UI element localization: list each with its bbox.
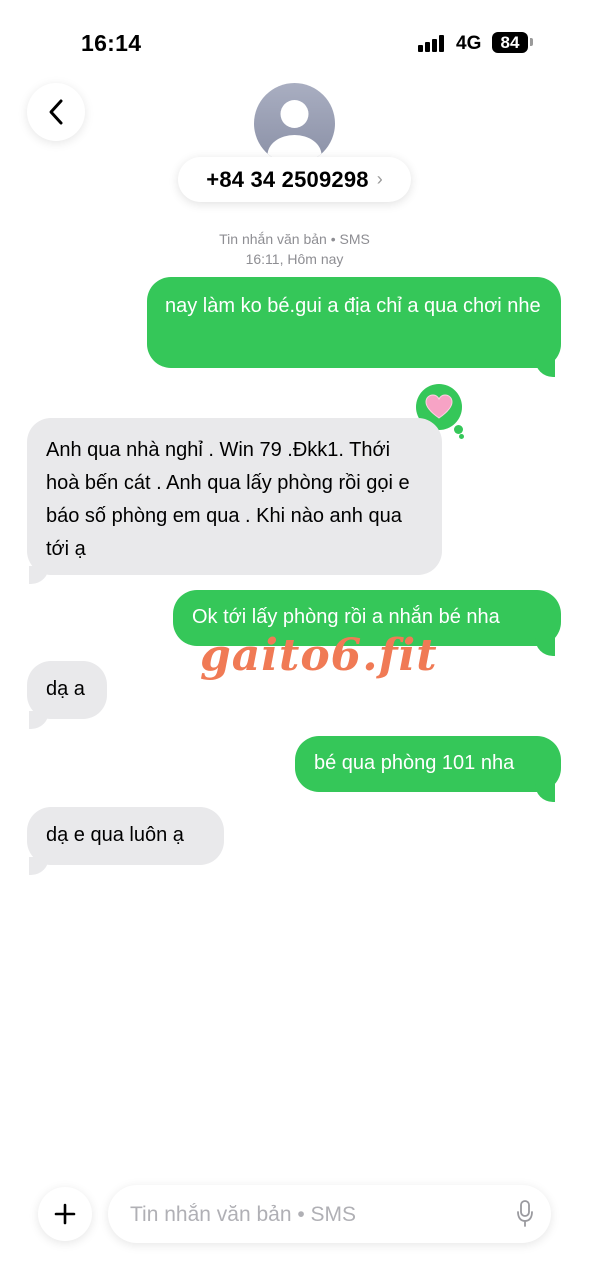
- tapback-dot: [459, 434, 464, 439]
- tapback-dot: [454, 425, 463, 434]
- message-bubble-incoming[interactable]: dạ e qua luôn ạ: [27, 807, 224, 865]
- bubble-tail: [29, 857, 49, 875]
- cellular-signal-icon: [418, 34, 446, 52]
- message-text: bé qua phòng 101 nha: [314, 752, 515, 774]
- network-type: 4G: [456, 33, 482, 54]
- person-silhouette-icon: [267, 100, 322, 164]
- message-text: dạ e qua luôn ạ: [46, 824, 184, 846]
- thread-service-label: Tin nhắn văn bản • SMS: [219, 231, 370, 247]
- contact-avatar[interactable]: [254, 83, 335, 164]
- battery-tip: [530, 38, 533, 46]
- message-bubble-incoming[interactable]: Anh qua nhà nghỉ . Win 79 .Đkk1. Thới ho…: [27, 418, 442, 575]
- contact-name-pill[interactable]: +84 34 2509298 ›: [178, 157, 411, 202]
- microphone-icon[interactable]: [517, 1200, 533, 1228]
- pink-heart-icon: [425, 394, 453, 419]
- watermark: gaito6.fit: [200, 630, 438, 681]
- chevron-left-icon: [49, 99, 63, 125]
- bubble-tail: [29, 711, 49, 729]
- bubble-tail: [535, 784, 555, 802]
- message-text: dạ a: [46, 678, 85, 700]
- bubble-tail: [535, 638, 555, 656]
- status-time: 16:14: [81, 30, 142, 56]
- message-text: Ok tới lấy phòng rồi a nhắn bé nha: [192, 606, 500, 628]
- battery-icon: 84: [492, 32, 528, 53]
- contact-number: +84 34 2509298: [206, 166, 369, 192]
- message-composer[interactable]: [108, 1185, 551, 1243]
- bubble-tail: [29, 566, 49, 584]
- message-text: Anh qua nhà nghỉ . Win 79 .Đkk1. Thới ho…: [46, 439, 410, 560]
- bubble-tail: [535, 359, 555, 377]
- battery-level: 84: [500, 33, 520, 52]
- message-text: nay làm ko bé.gui a địa chỉ a qua chơi n…: [165, 295, 541, 317]
- message-bubble-outgoing[interactable]: bé qua phòng 101 nha: [295, 736, 561, 792]
- thread-timestamp: 16:11, Hôm nay: [245, 251, 344, 267]
- message-bubble-outgoing[interactable]: nay làm ko bé.gui a địa chỉ a qua chơi n…: [147, 277, 561, 368]
- plus-icon: [54, 1203, 76, 1225]
- add-attachment-button[interactable]: [38, 1187, 92, 1241]
- chevron-right-icon: ›: [376, 169, 383, 189]
- back-button[interactable]: [27, 83, 85, 141]
- message-input[interactable]: [128, 1199, 492, 1231]
